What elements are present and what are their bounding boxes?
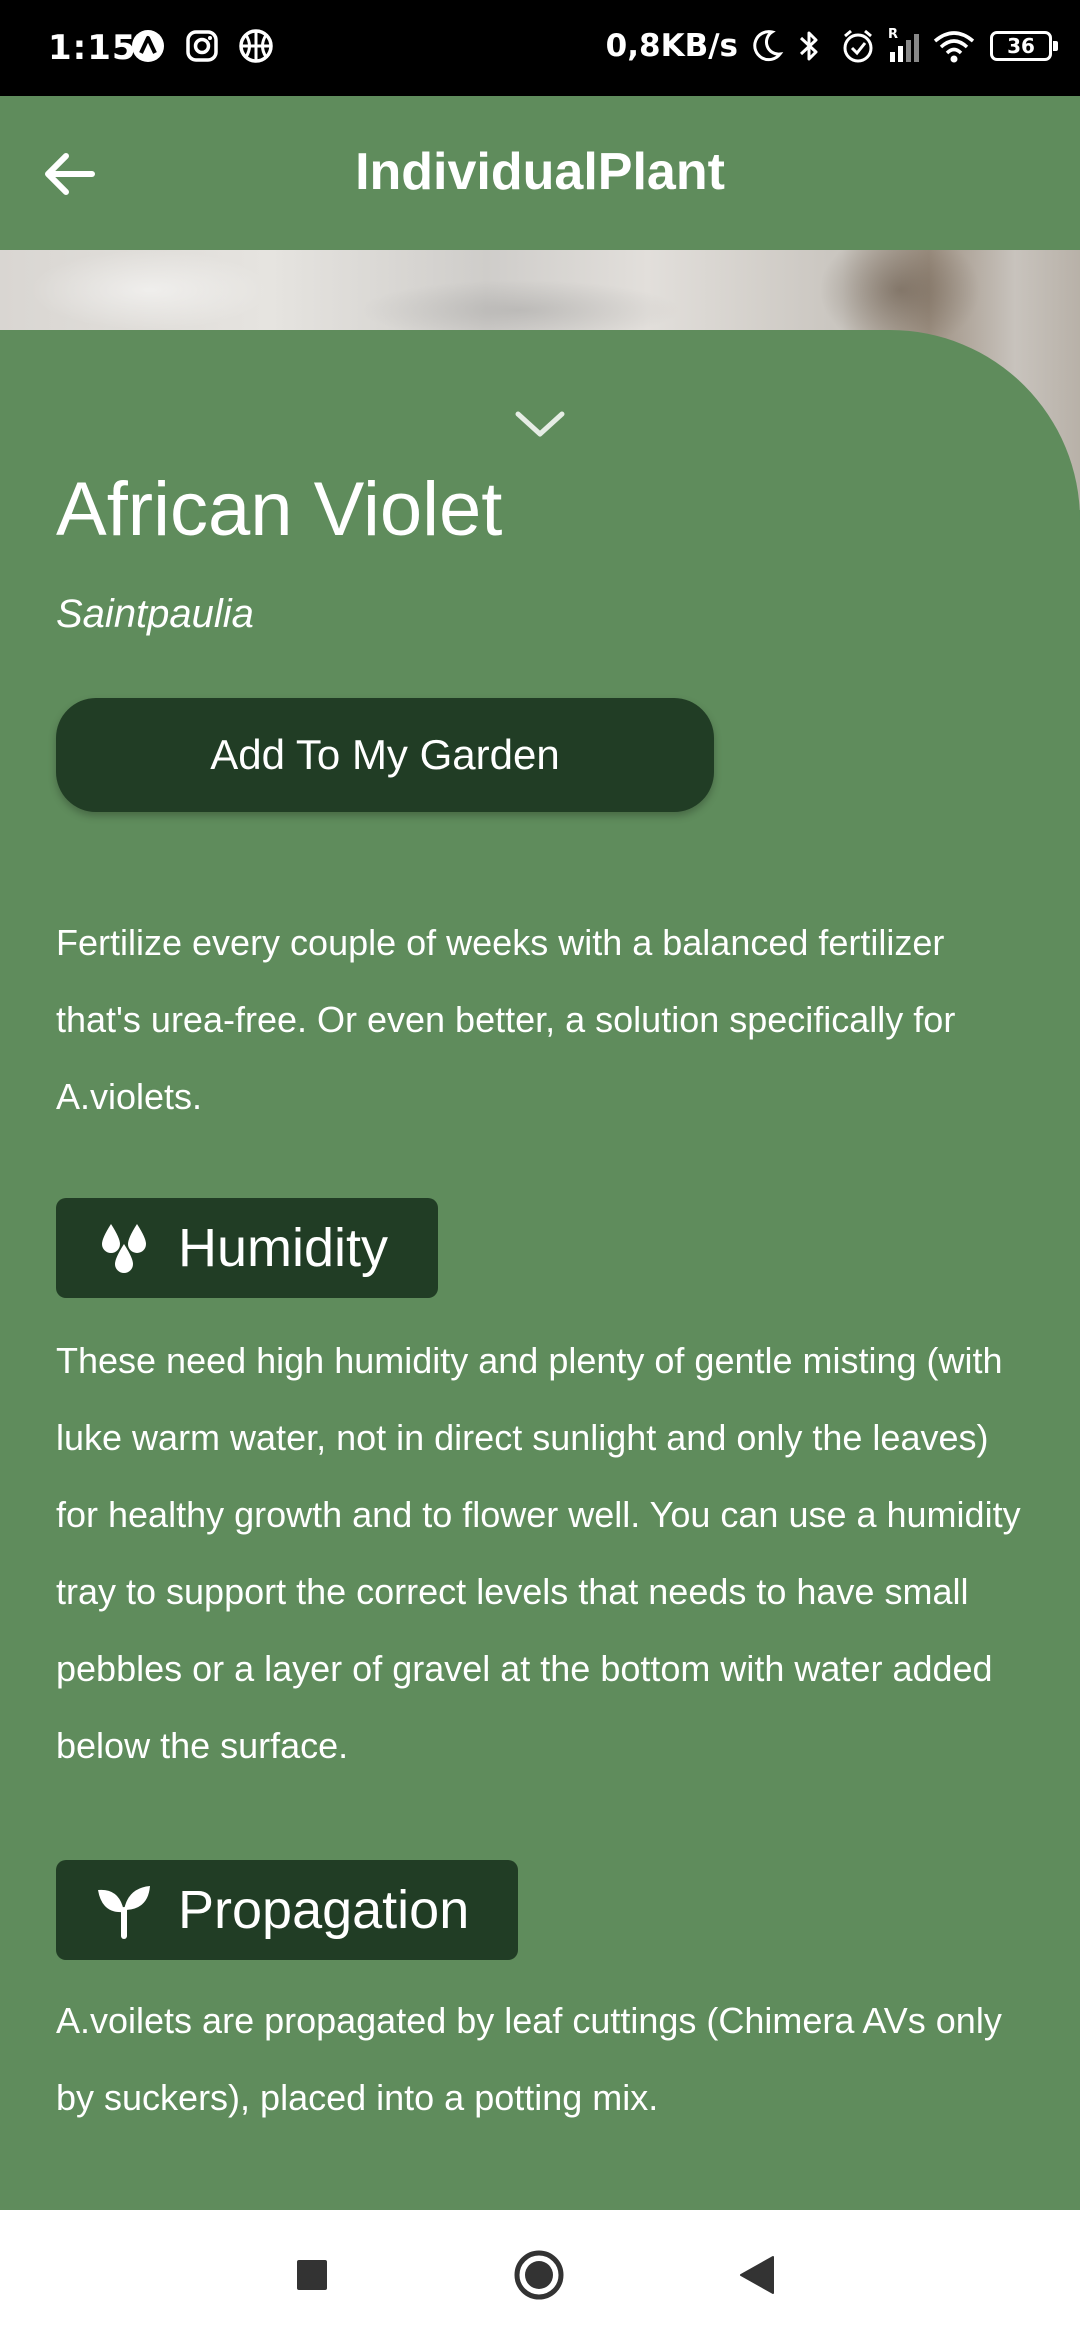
humidity-heading: Humidity	[56, 1198, 438, 1298]
chevron-down-icon[interactable]	[510, 404, 570, 444]
humidity-text: These need high humidity and plenty of g…	[56, 1340, 1021, 1766]
status-left-icons	[130, 28, 274, 64]
plant-name: African Violet	[56, 467, 503, 552]
alarm-icon	[840, 26, 876, 66]
plant-scientific-name: Saintpaulia	[56, 592, 254, 636]
recents-square-icon	[297, 2260, 327, 2290]
humidity-title: Humidity	[178, 1218, 389, 1278]
app-bar: IndividualPlant	[0, 96, 1080, 250]
system-nav-bar	[0, 2210, 1080, 2340]
fertilizer-text: Fertilize every couple of weeks with a b…	[56, 922, 956, 1117]
instagram-icon	[184, 28, 220, 64]
status-time: 1:15	[48, 28, 137, 68]
sprout-icon	[94, 1880, 154, 1940]
page-title: IndividualPlant	[355, 143, 725, 201]
status-bar: 1:15 0,8KB/s R 36	[0, 0, 1080, 96]
propagation-title: Propagation	[178, 1880, 470, 1940]
screen: 1:15 0,8KB/s R 36 IndividualPlant Africa…	[0, 0, 1080, 2340]
status-right: 0,8KB/s R 36	[605, 26, 1058, 66]
wifi-icon	[932, 26, 976, 66]
battery-indicator: 36	[990, 31, 1058, 61]
nav-back-button[interactable]	[727, 2245, 787, 2305]
back-triangle-icon	[740, 2256, 774, 2294]
propagation-heading: Propagation	[56, 1860, 518, 1960]
network-speed: 0,8KB/s	[605, 28, 738, 64]
bluetooth-icon	[794, 26, 830, 66]
home-button[interactable]	[509, 2245, 569, 2305]
basketball-icon	[238, 28, 274, 64]
app-a-icon	[130, 28, 166, 64]
moon-icon	[748, 26, 784, 66]
home-circle-icon	[514, 2250, 564, 2300]
water-drops-icon	[94, 1218, 154, 1278]
plant-details-sheet[interactable]: African Violet Saintpaulia Add To My Gar…	[0, 330, 1080, 2210]
recents-button[interactable]	[282, 2245, 342, 2305]
signal-badge: R	[888, 27, 898, 42]
propagation-text: A.voilets are propagated by leaf cutting…	[56, 2000, 1002, 2118]
signal-icon: R	[886, 26, 922, 66]
add-to-garden-button[interactable]: Add To My Garden	[56, 698, 714, 812]
